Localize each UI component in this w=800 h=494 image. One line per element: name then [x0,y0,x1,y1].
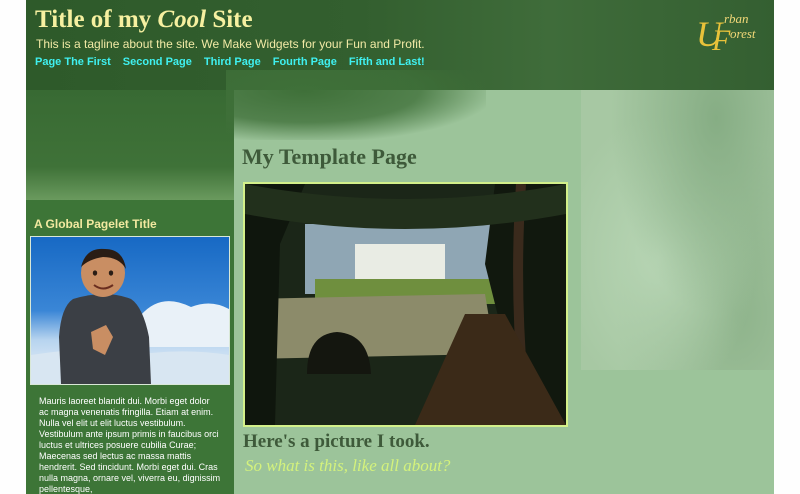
background-trees [581,90,774,370]
garden-bridge-image [245,184,566,425]
site-title-prefix: Title of my [35,6,158,33]
page-title: My Template Page [242,144,417,169]
page-container: Title of my Cool Site This is a tagline … [26,0,774,494]
child-on-beach-image [31,248,229,384]
main-nav: Page The First Second Page Third Page Fo… [35,56,425,68]
nav-link-fifth-and-last[interactable]: Fifth and Last! [349,56,425,68]
urban-forest-logo[interactable]: U F rban orest [690,8,770,57]
nav-link-second-page[interactable]: Second Page [123,56,192,68]
tree-canopy-band [26,90,234,200]
site-title: Title of my Cool Site [35,6,253,34]
logo-emblem: U F rban orest [696,11,756,57]
nav-link-third-page[interactable]: Third Page [204,56,261,68]
svg-text:orest: orest [730,26,756,41]
pagelet-photo [30,236,230,385]
site-title-suffix: Site [206,6,253,33]
site-tagline: This is a tagline about the site. We Mak… [36,37,425,51]
featured-photo [243,182,568,427]
nav-link-fourth-page[interactable]: Fourth Page [273,56,337,68]
tree-canopy-overhang [226,70,486,140]
nav-link-page-the-first[interactable]: Page The First [35,56,111,68]
svg-text:F: F [711,24,731,56]
svg-text:rban: rban [724,11,749,26]
pagelet-title: A Global Pagelet Title [34,217,157,231]
pagelet-body-text: Mauris laoreet blandit dui. Morbi eget d… [39,396,221,494]
photo-subcaption: So what is this, like all about? [245,456,451,475]
photo-caption: Here's a picture I took. [243,431,430,452]
site-title-emphasis: Cool [157,6,207,33]
